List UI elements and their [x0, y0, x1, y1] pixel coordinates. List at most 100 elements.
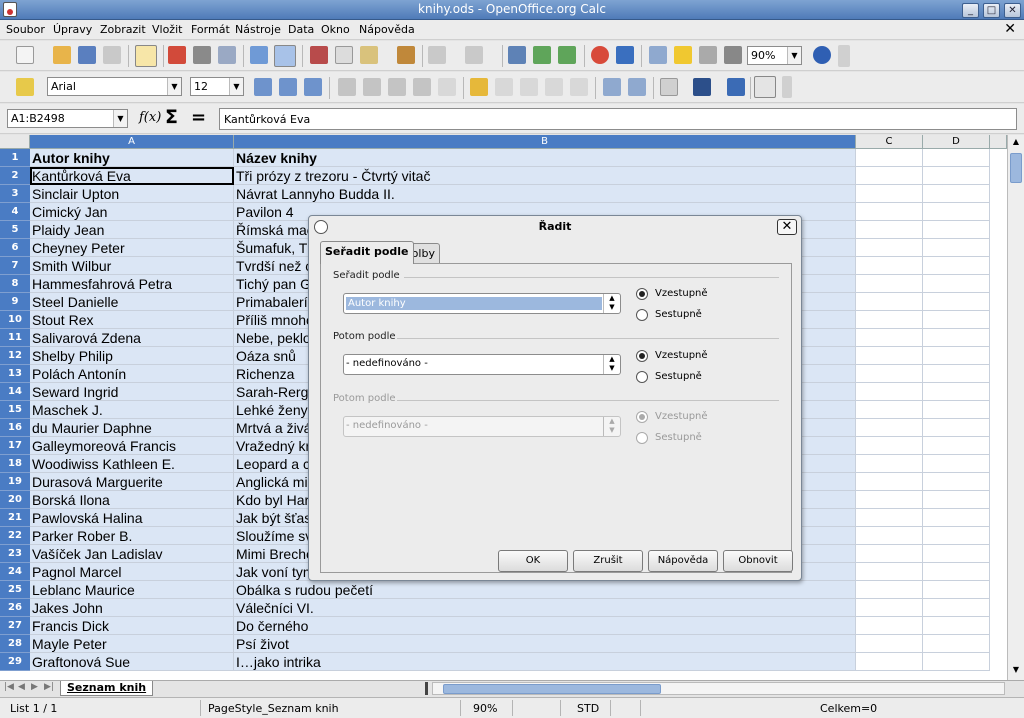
row-header[interactable]: 9: [0, 293, 30, 311]
cell-a-13[interactable]: Polách Antonín: [30, 365, 234, 383]
tab-sort-criteria[interactable]: Seřadit podle: [320, 241, 414, 264]
empty-cell[interactable]: [856, 167, 923, 185]
empty-cell[interactable]: [923, 653, 990, 671]
print-icon[interactable]: [193, 46, 211, 64]
empty-cell[interactable]: [923, 365, 990, 383]
empty-cell[interactable]: [923, 581, 990, 599]
row-header[interactable]: 1: [0, 149, 30, 167]
empty-cell[interactable]: [856, 365, 923, 383]
empty-cell[interactable]: [856, 527, 923, 545]
add-decimal-icon[interactable]: [545, 78, 563, 96]
cut-icon[interactable]: [310, 46, 328, 64]
empty-cell[interactable]: [856, 509, 923, 527]
cell-a-7[interactable]: Smith Wilbur: [30, 257, 234, 275]
horizontal-scrollbar[interactable]: [432, 682, 1005, 695]
cell-a-14[interactable]: Seward Ingrid: [30, 383, 234, 401]
decrease-indent-icon[interactable]: [603, 78, 621, 96]
empty-cell[interactable]: [923, 347, 990, 365]
empty-cell[interactable]: [856, 149, 923, 167]
row-header[interactable]: 15: [0, 401, 30, 419]
function-wizard-icon[interactable]: f(x): [139, 110, 161, 125]
prev-sheet-icon[interactable]: ◀: [18, 682, 25, 692]
menu-soubor[interactable]: Soubor: [6, 23, 45, 36]
horizontal-scroll-thumb[interactable]: [443, 684, 661, 694]
navigator-icon[interactable]: [674, 46, 692, 64]
empty-cell[interactable]: [923, 221, 990, 239]
cell-b-2[interactable]: Tři prózy z trezoru - Čtvrtý vitač: [234, 167, 856, 185]
row-header[interactable]: 16: [0, 419, 30, 437]
row-header[interactable]: 29: [0, 653, 30, 671]
empty-cell[interactable]: [856, 311, 923, 329]
help-icon[interactable]: [813, 46, 831, 64]
empty-cell[interactable]: [923, 437, 990, 455]
empty-cell[interactable]: [856, 491, 923, 509]
cell-a-24[interactable]: Pagnol Marcel: [30, 563, 234, 581]
row-header[interactable]: 5: [0, 221, 30, 239]
empty-cell[interactable]: [923, 545, 990, 563]
gallery-icon[interactable]: [699, 46, 717, 64]
hyperlink-icon[interactable]: [508, 46, 526, 64]
cell-a-9[interactable]: Steel Danielle: [30, 293, 234, 311]
empty-cell[interactable]: [856, 653, 923, 671]
justify-icon[interactable]: [413, 78, 431, 96]
empty-cell[interactable]: [856, 239, 923, 257]
zoom-combo[interactable]: 90% ▼: [747, 46, 802, 65]
delete-decimal-icon[interactable]: [570, 78, 588, 96]
empty-cell[interactable]: [923, 203, 990, 221]
cell-a-12[interactable]: Shelby Philip: [30, 347, 234, 365]
cell-a-1[interactable]: Autor knihy: [30, 149, 234, 167]
empty-cell[interactable]: [923, 275, 990, 293]
name-box[interactable]: A1:B2498 ▼: [7, 109, 128, 128]
datasources-icon[interactable]: [724, 46, 742, 64]
column-header-e[interactable]: [990, 135, 1007, 149]
empty-cell[interactable]: [856, 437, 923, 455]
cell-a-11[interactable]: Salivarová Zdena: [30, 329, 234, 347]
cell-a-20[interactable]: Borská Ilona: [30, 491, 234, 509]
row-header[interactable]: 2: [0, 167, 30, 185]
cell-b-26[interactable]: Válečníci VI.: [234, 599, 856, 617]
empty-cell[interactable]: [923, 419, 990, 437]
new-document-icon[interactable]: [16, 46, 34, 64]
cell-a-25[interactable]: Leblanc Maurice: [30, 581, 234, 599]
empty-cell[interactable]: [856, 455, 923, 473]
empty-cell[interactable]: [923, 257, 990, 275]
empty-cell[interactable]: [856, 329, 923, 347]
row-header[interactable]: 28: [0, 635, 30, 653]
empty-cell[interactable]: [856, 293, 923, 311]
cell-a-15[interactable]: Maschek J.: [30, 401, 234, 419]
empty-cell[interactable]: [923, 527, 990, 545]
empty-cell[interactable]: [856, 185, 923, 203]
styles-formatting-icon[interactable]: [16, 78, 34, 96]
cell-a-5[interactable]: Plaidy Jean: [30, 221, 234, 239]
menu-nastroje[interactable]: Nástroje: [235, 23, 281, 36]
sum-icon[interactable]: Σ: [165, 106, 178, 128]
row-header[interactable]: 20: [0, 491, 30, 509]
cell-b-1[interactable]: Název knihy: [234, 149, 856, 167]
column-header-d[interactable]: D: [923, 135, 990, 149]
empty-cell[interactable]: [856, 221, 923, 239]
paste-icon[interactable]: [360, 46, 378, 64]
cell-a-2[interactable]: Kantůrková Eva: [30, 167, 234, 185]
empty-cell[interactable]: [856, 347, 923, 365]
empty-cell[interactable]: [923, 329, 990, 347]
row-header[interactable]: 27: [0, 617, 30, 635]
row-header[interactable]: 11: [0, 329, 30, 347]
borders-icon[interactable]: [660, 78, 678, 96]
empty-cell[interactable]: [923, 509, 990, 527]
font-size-combo[interactable]: 12 ▼: [190, 77, 244, 96]
ok-button[interactable]: OK: [498, 550, 568, 572]
bold-icon[interactable]: [254, 78, 272, 96]
cell-a-21[interactable]: Pawlovská Halina: [30, 509, 234, 527]
menu-zobrazit[interactable]: Zobrazit: [100, 23, 146, 36]
align-center-icon[interactable]: [363, 78, 381, 96]
save-icon[interactable]: [78, 46, 96, 64]
cell-a-6[interactable]: Cheyney Peter: [30, 239, 234, 257]
empty-cell[interactable]: [923, 239, 990, 257]
currency-icon[interactable]: [470, 78, 488, 96]
empty-cell[interactable]: [856, 581, 923, 599]
cell-a-10[interactable]: Stout Rex: [30, 311, 234, 329]
row-header[interactable]: 22: [0, 527, 30, 545]
menu-format[interactable]: Formát: [191, 23, 230, 36]
cell-a-22[interactable]: Parker Rober B.: [30, 527, 234, 545]
toolbar-overflow-2-icon[interactable]: [782, 76, 792, 98]
